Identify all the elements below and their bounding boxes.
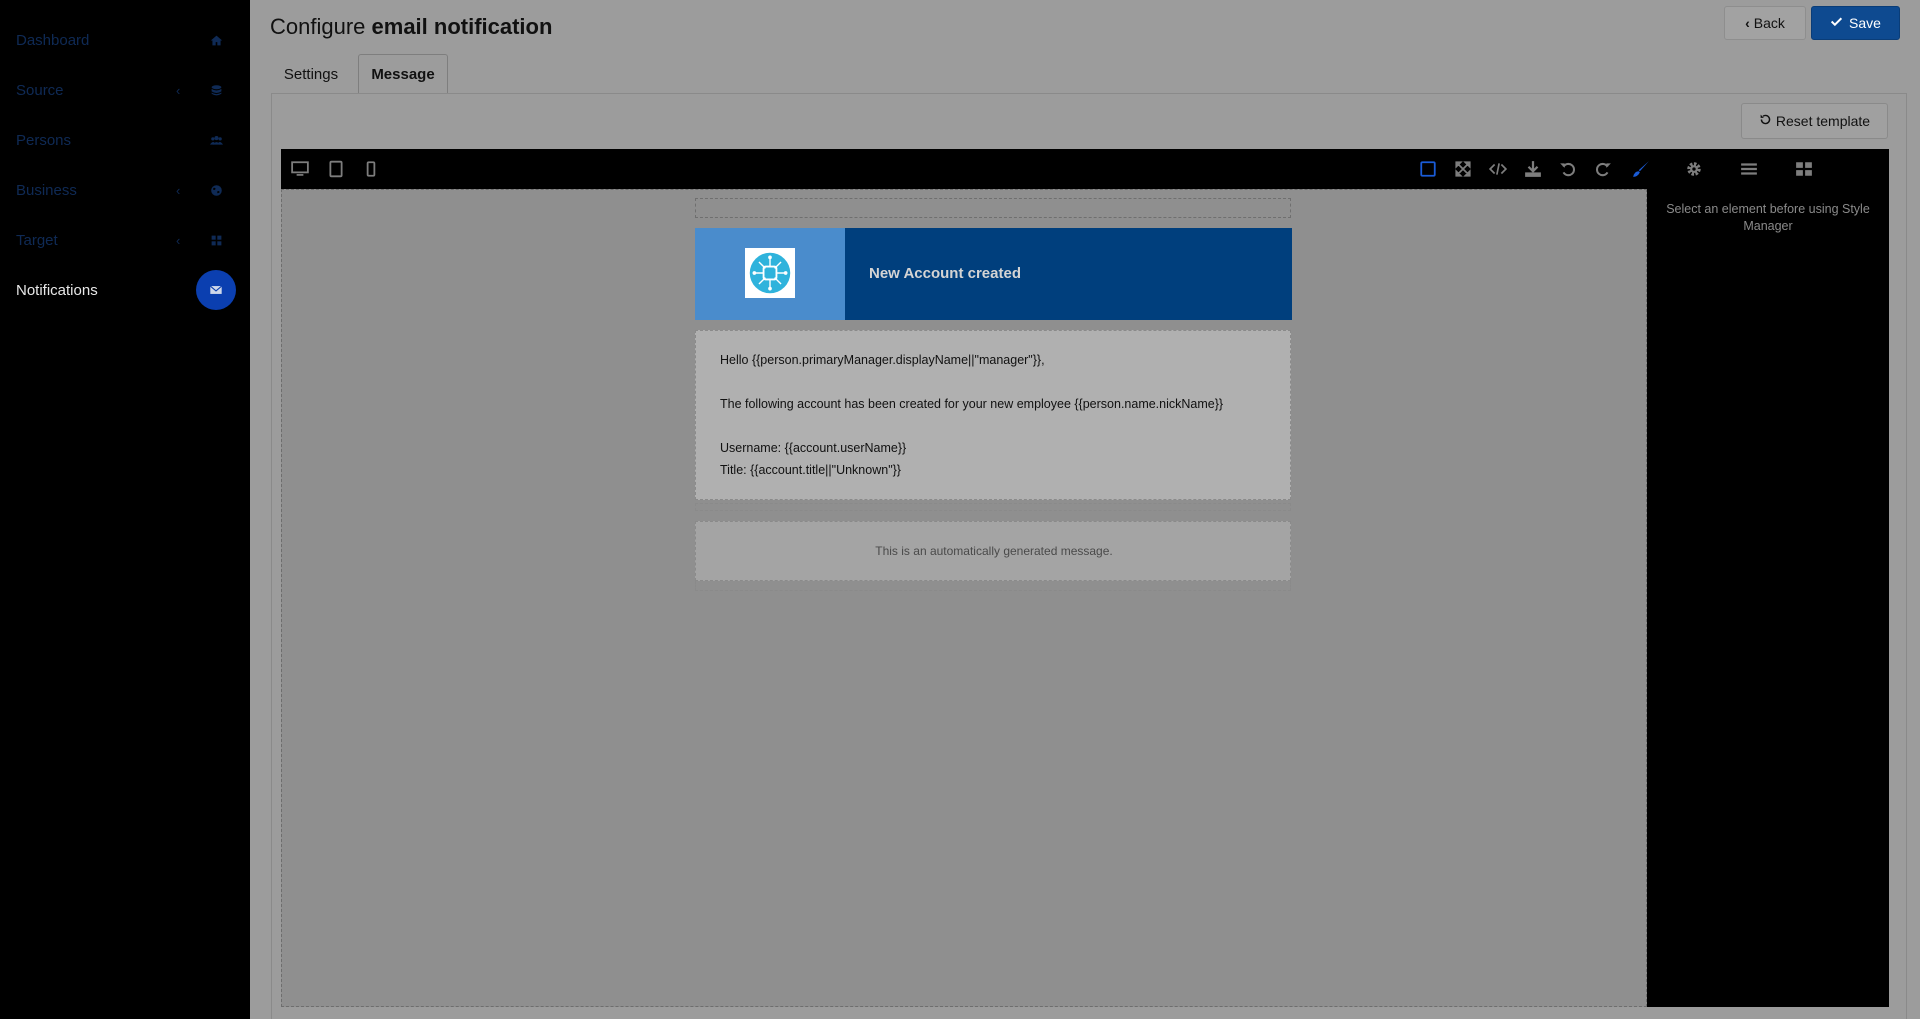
globe-icon (207, 181, 225, 199)
email-title-line: Title: {{account.title||"Unknown"}} (720, 463, 901, 477)
main-content: Configure email notification ‹ Back Save… (251, 0, 1920, 1019)
sidebar-item-notifications[interactable]: Notifications (0, 265, 250, 315)
home-icon (207, 31, 225, 49)
page-title: Configure email notification (270, 14, 552, 40)
reset-template-label: Reset template (1775, 113, 1871, 129)
tab-message[interactable]: Message (358, 54, 448, 94)
desktop-icon[interactable] (289, 158, 311, 180)
sidebar-item-target[interactable]: Target ‹ (0, 215, 250, 265)
email-username-line: Username: {{account.userName}} (720, 441, 907, 455)
editor-toolbar (281, 149, 1889, 189)
style-manager-message: Select an element before using Style Man… (1666, 202, 1870, 233)
back-button-label: Back (1753, 15, 1785, 31)
database-icon (207, 81, 225, 99)
code-icon[interactable] (1487, 158, 1509, 180)
save-button[interactable]: Save (1811, 6, 1900, 40)
check-icon (1830, 15, 1843, 31)
email-paragraph: The following account has been created f… (720, 397, 1224, 411)
mobile-icon[interactable] (360, 158, 382, 180)
settings-icon[interactable] (1683, 158, 1705, 180)
tablet-icon[interactable] (325, 158, 347, 180)
grid-icon (207, 231, 225, 249)
email-body-block[interactable]: Hello {{person.primaryManager.displayNam… (695, 330, 1291, 500)
email-bottom-spacer[interactable] (695, 581, 1291, 591)
save-button-label: Save (1849, 15, 1881, 31)
sidebar-item-label: Notifications (16, 281, 98, 299)
layers-icon[interactable] (1738, 158, 1760, 180)
email-header-block[interactable]: New Account created (695, 228, 1292, 320)
chevron-left-icon: ‹ (176, 232, 181, 248)
sidebar-item-dashboard[interactable]: Dashboard (0, 15, 250, 65)
sidebar-item-label: Target (16, 231, 58, 249)
sidebar-item-label: Dashboard (16, 31, 90, 49)
email-preheader-block[interactable] (695, 198, 1291, 218)
sidebar-item-source[interactable]: Source ‹ (0, 65, 250, 115)
sidebar-item-business[interactable]: Business ‹ (0, 165, 250, 215)
reset-template-button[interactable]: Reset template (1741, 103, 1888, 139)
page-title-prefix: Configure (270, 14, 366, 39)
page-title-bold: email notification (371, 14, 553, 39)
email-divider-block[interactable] (695, 503, 1291, 511)
email-footer-text: This is an automatically generated messa… (875, 544, 1113, 558)
undo-icon[interactable] (1557, 158, 1579, 180)
sidebar-item-label: Source (16, 81, 64, 99)
back-button[interactable]: ‹ Back (1724, 6, 1806, 40)
style-brush-icon[interactable] (1630, 158, 1652, 180)
chevron-left-icon: ‹ (176, 82, 181, 98)
reset-icon (1759, 113, 1772, 129)
outline-icon[interactable] (1417, 158, 1439, 180)
sidebar-item-label: Persons (16, 131, 72, 149)
company-logo (745, 248, 795, 298)
email-footer-block[interactable]: This is an automatically generated messa… (695, 521, 1291, 581)
email-header-title: New Account created (869, 265, 1021, 282)
redo-icon[interactable] (1592, 158, 1614, 180)
chevron-left-icon: ‹ (1745, 15, 1750, 31)
style-manager-panel: Select an element before using Style Man… (1647, 189, 1889, 1007)
users-icon (207, 131, 225, 149)
editor-canvas[interactable]: New Account created Hello {{person.prima… (281, 189, 1647, 1007)
sidebar-item-persons[interactable]: Persons (0, 115, 250, 165)
tab-settings[interactable]: Settings (270, 54, 352, 94)
envelope-icon (196, 270, 236, 310)
sidebar-item-label: Business (16, 181, 77, 199)
email-title-cell[interactable]: New Account created (845, 228, 1292, 320)
sidebar: Dashboard Source ‹ Persons Business ‹ Ta… (0, 0, 250, 1019)
email-logo-cell[interactable] (695, 228, 845, 320)
fullscreen-icon[interactable] (1452, 158, 1474, 180)
blocks-icon[interactable] (1793, 158, 1815, 180)
chevron-left-icon: ‹ (176, 182, 181, 198)
email-greeting: Hello {{person.primaryManager.displayNam… (720, 353, 1045, 367)
import-icon[interactable] (1522, 158, 1544, 180)
